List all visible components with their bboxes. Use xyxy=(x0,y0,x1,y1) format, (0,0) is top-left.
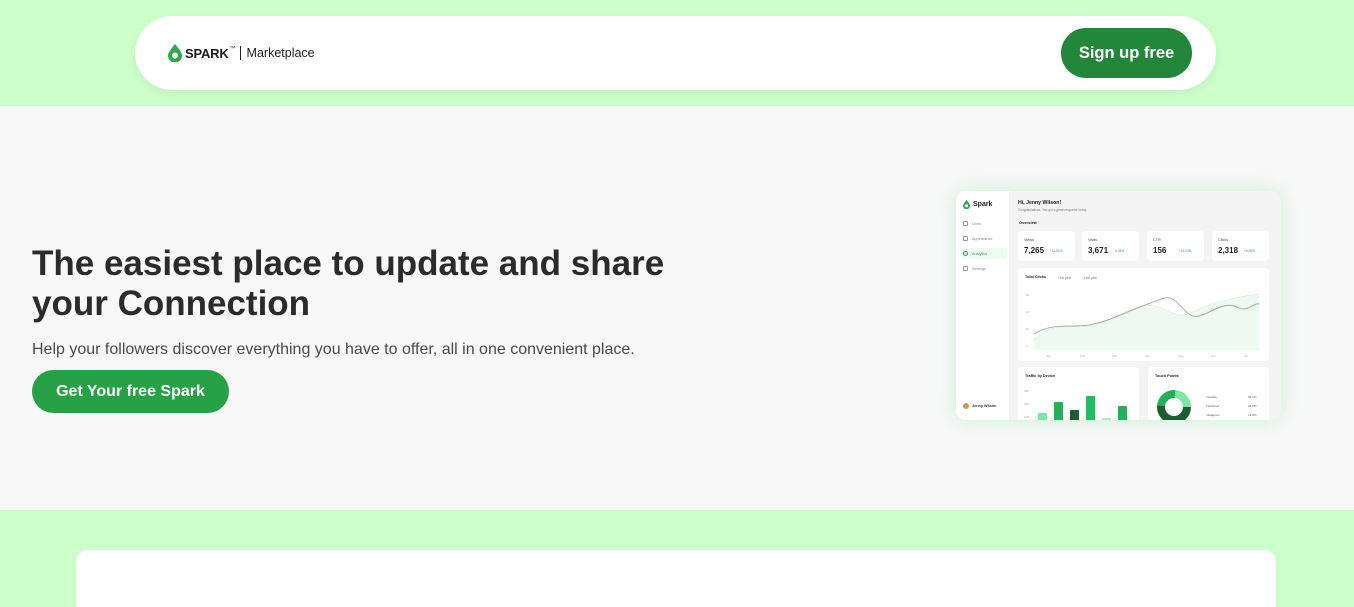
stat-change: +15.03% xyxy=(1179,249,1192,253)
panel-title: Traffic by Device xyxy=(1025,374,1056,378)
x-tick: Jul xyxy=(1244,354,1248,358)
hero-title-line1: The easiest place to update and share xyxy=(32,244,665,283)
dash-nav-links: Links xyxy=(961,218,1007,229)
stat-card-ctr: CTR 156 +15.03% xyxy=(1147,231,1204,261)
stat-value: 2,318 xyxy=(1218,246,1239,255)
touch-point-label: Youtube xyxy=(1206,395,1217,399)
get-free-spark-button[interactable]: Get Your free Spark xyxy=(32,370,229,413)
x-tick: Mar xyxy=(1112,354,1118,358)
y-tick: 20 xyxy=(1026,310,1030,314)
y-tick: 10K xyxy=(1024,415,1030,419)
stat-card-views: Views 7,265 +11.01% xyxy=(1018,231,1075,261)
stat-value: 7,265 xyxy=(1024,246,1045,255)
brand-divider xyxy=(239,46,241,60)
dash-nav-label: Analytics xyxy=(972,251,988,256)
dashboard-user: Jenny Wilson xyxy=(963,403,996,409)
y-tick: 20K xyxy=(1024,402,1030,406)
legend-last-year: Last year xyxy=(1084,276,1098,280)
touch-point-value: 13.9% xyxy=(1248,413,1257,417)
x-tick: Jun xyxy=(1211,354,1216,358)
touch-point-value: 22.8% xyxy=(1248,404,1257,408)
dashboard-preview: Spark Links Appearance Analytics Setting… xyxy=(956,191,1281,420)
traffic-bar xyxy=(1054,402,1063,420)
dash-nav-label: Settings xyxy=(972,266,986,271)
stat-card-clicks: Clicks 2,318 +6.08% xyxy=(1212,231,1269,261)
x-tick: Feb xyxy=(1080,354,1086,358)
dashboard-brand: Spark xyxy=(973,201,993,208)
stat-label: Clicks xyxy=(1218,238,1229,242)
traffic-bar xyxy=(1118,406,1127,420)
x-tick: Apr xyxy=(1145,354,1150,358)
navbar: SPARK ™ Marketplace Sign up free xyxy=(135,16,1216,90)
donut-chart xyxy=(1157,390,1191,420)
spark-drop-icon xyxy=(963,200,970,209)
dashboard-greeting-sub: Congratulations, You got a great respons… xyxy=(1018,208,1087,212)
brand-subtitle: Marketplace xyxy=(246,46,315,60)
brand-tm: ™ xyxy=(229,46,236,52)
traffic-bars xyxy=(1038,385,1134,420)
brush-icon xyxy=(963,236,968,241)
overview-label: Overview xyxy=(1019,220,1037,225)
touch-point-label: Instagram xyxy=(1206,413,1220,417)
hero-title-line2: your Connection xyxy=(32,284,311,323)
touch-point-value: 52.1% xyxy=(1248,395,1257,399)
brand-name: SPARK xyxy=(185,45,229,61)
y-tick: 30K xyxy=(1024,389,1030,393)
dash-nav-label: Links xyxy=(972,221,981,226)
dash-nav-analytics: Analytics xyxy=(961,248,1007,259)
hero-title: The easiest place to update and share yo… xyxy=(32,244,732,324)
dash-nav-label: Appearance xyxy=(972,236,993,241)
panel-title: Total Clicks xyxy=(1025,275,1047,279)
panel-title: Touch Points xyxy=(1155,374,1179,378)
sign-up-button[interactable]: Sign up free xyxy=(1061,28,1192,78)
stat-label: Views xyxy=(1024,238,1035,242)
dash-nav-settings: Settings xyxy=(961,263,1007,274)
stat-change: +11.01% xyxy=(1050,249,1063,253)
gear-icon xyxy=(963,266,968,271)
stat-change: -0.03% xyxy=(1114,249,1125,253)
x-tick: Jan xyxy=(1046,354,1051,358)
link-icon xyxy=(963,221,968,226)
content-card xyxy=(76,550,1276,607)
y-tick: 10 xyxy=(1026,327,1030,331)
chart-icon xyxy=(963,251,968,256)
stat-value: 156 xyxy=(1153,246,1167,255)
avatar xyxy=(963,403,969,409)
y-tick: 30 xyxy=(1026,293,1030,297)
stat-card-visits: Visits 3,671 -0.03% xyxy=(1082,231,1139,261)
dashboard-user-name: Jenny Wilson xyxy=(972,404,997,408)
spark-drop-icon xyxy=(168,44,182,62)
dash-nav-appearance: Appearance xyxy=(961,233,1007,244)
traffic-bar xyxy=(1038,413,1047,420)
traffic-bar xyxy=(1102,418,1111,420)
hero-section: The easiest place to update and share yo… xyxy=(0,106,1354,510)
traffic-bar xyxy=(1070,410,1079,420)
traffic-bar xyxy=(1086,396,1095,420)
touch-point-label: Facebook xyxy=(1206,404,1220,408)
total-clicks-line-chart xyxy=(1034,293,1260,350)
logo[interactable]: SPARK ™ Marketplace xyxy=(168,43,315,63)
traffic-by-device-panel: Traffic by Device 30K 20K 10K xyxy=(1018,367,1139,420)
hero-subtitle: Help your followers discover everything … xyxy=(32,341,635,358)
dashboard-sidebar: Spark Links Appearance Analytics Setting… xyxy=(956,191,1009,420)
legend-this-year: This year xyxy=(1058,276,1072,280)
stat-value: 3,671 xyxy=(1088,246,1109,255)
touch-points-panel: Touch Points Youtube 52.1% Facebook 22.8… xyxy=(1148,367,1269,420)
dashboard-logo: Spark xyxy=(963,200,992,209)
total-clicks-panel: Total Clicks This year Last year 30 20 1… xyxy=(1018,268,1269,361)
stat-change: +6.08% xyxy=(1244,249,1255,253)
stat-label: Visits xyxy=(1088,238,1098,242)
x-tick: May xyxy=(1178,354,1184,358)
stat-label: CTR xyxy=(1153,238,1161,242)
dashboard-greeting: Hi, Jenny Wilson! xyxy=(1018,200,1062,206)
y-tick: 0 xyxy=(1026,344,1028,348)
